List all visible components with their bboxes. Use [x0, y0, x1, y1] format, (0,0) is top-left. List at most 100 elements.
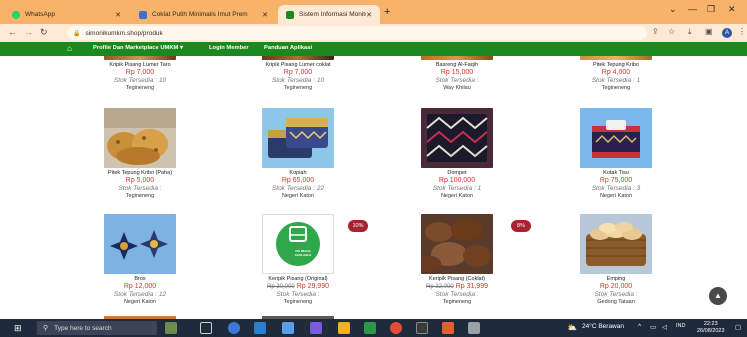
product-name[interactable]: Pitek Tepung Kribo (Paha): [80, 170, 200, 176]
product-image[interactable]: [262, 108, 334, 168]
close-icon[interactable]: ✕: [262, 11, 268, 19]
nav-panduan-aplikasi[interactable]: Panduan Aplikasi: [264, 45, 312, 51]
new-tab-button[interactable]: +: [384, 6, 390, 18]
weather-widget-icon[interactable]: [165, 322, 177, 334]
profile-avatar-icon[interactable]: A: [722, 28, 732, 38]
product-image[interactable]: [580, 214, 652, 274]
tab-search-icon[interactable]: ⌄: [669, 4, 677, 15]
product-name[interactable]: Kripik Pisang Lumer coklat: [238, 62, 358, 68]
reload-icon[interactable]: ↻: [40, 27, 48, 38]
discount-badge: 10%: [348, 220, 368, 232]
product-image[interactable]: [580, 56, 652, 60]
product-image[interactable]: [580, 108, 652, 168]
product-card[interactable]: Keripik Pisang (Coklat) Rp 32,000 Rp 31,9…: [397, 214, 517, 305]
clock-date: 26/08/2023: [697, 328, 725, 334]
share-icon[interactable]: ⇪: [652, 27, 659, 36]
minimize-icon[interactable]: —: [688, 4, 697, 14]
weather-text[interactable]: 24°C Berawan: [582, 323, 624, 330]
product-stock: Stok Tersedia : 12: [113, 291, 167, 298]
product-name[interactable]: Kopiah: [238, 170, 358, 176]
product-location: Negeri Katon: [123, 299, 157, 305]
product-name[interactable]: Kripik Pisang Lumer Taro: [80, 62, 200, 68]
product-name[interactable]: Bros: [80, 276, 200, 282]
product-name[interactable]: Keripik Pisang (Coklat): [397, 276, 517, 282]
settings-icon[interactable]: [468, 322, 480, 334]
product-image[interactable]: [262, 56, 334, 60]
teams-icon[interactable]: [310, 322, 322, 334]
product-card[interactable]: Pitek Tepung Kribo (Paha) Rp 5,000 Stok …: [80, 108, 200, 199]
product-card[interactable]: Kripik Pisang Lumer Taro Rp 7,000 Stok T…: [80, 56, 200, 91]
product-card[interactable]: Pitek Tepung Kribo Rp 4,000 Stok Tersedi…: [556, 56, 676, 91]
bookmark-star-icon[interactable]: ☆: [668, 27, 675, 36]
product-name[interactable]: Emping: [556, 276, 676, 282]
chevron-up-icon[interactable]: ^: [638, 323, 641, 330]
product-location: Gedong Tataan: [597, 299, 635, 305]
product-location: Tegineneng: [283, 299, 313, 305]
chrome-icon[interactable]: [390, 322, 402, 334]
tab-coklat[interactable]: Coklat Putih Minimalis Imut Prem ✕: [131, 5, 276, 24]
maximize-icon[interactable]: ❐: [707, 4, 715, 15]
product-card[interactable]: Kotak Tisu Rp 75,000 Stok Tersedia : 3 N…: [556, 108, 676, 199]
network-icon[interactable]: ▭: [650, 323, 656, 331]
office-icon[interactable]: [442, 322, 454, 334]
product-image[interactable]: [421, 108, 493, 168]
nav-login-member[interactable]: Login Member: [209, 45, 249, 51]
product-name[interactable]: Dompet: [397, 170, 517, 176]
edge-icon[interactable]: [228, 322, 240, 334]
product-price: Rp 12,000: [123, 283, 157, 290]
product-name[interactable]: Keripik Pisang (Original): [238, 276, 358, 282]
product-image[interactable]: [104, 108, 176, 168]
language-indicator[interactable]: IND: [676, 323, 685, 329]
product-location: Negeri Katon: [440, 193, 474, 199]
menu-kebab-icon[interactable]: ⋮: [738, 27, 746, 36]
speaker-icon[interactable]: ◁: [662, 323, 667, 331]
product-card[interactable]: Keripik Pisang (Original) Rp 30,000 Rp 29…: [238, 214, 358, 305]
product-price: Rp 4,000: [601, 69, 631, 76]
product-name[interactable]: Kotak Tisu: [556, 170, 676, 176]
notification-icon[interactable]: ▢: [735, 323, 741, 331]
product-name[interactable]: Pitek Tepung Kribo: [556, 62, 676, 68]
product-image[interactable]: [104, 214, 176, 274]
product-price: Rp 5,000: [125, 177, 155, 184]
scroll-to-top-button[interactable]: ▲: [709, 287, 727, 305]
back-arrow-icon[interactable]: ←: [8, 27, 17, 37]
close-icon[interactable]: ✕: [115, 11, 121, 19]
product-location: Way Khilau: [443, 85, 471, 91]
product-card[interactable]: Bros Rp 12,000 Stok Tersedia : 12 Negeri…: [80, 214, 200, 305]
taskbar-search-input[interactable]: ⚲ Type here to search: [37, 321, 157, 335]
product-image[interactable]: [421, 214, 493, 274]
store-icon[interactable]: [254, 322, 266, 334]
task-view-icon[interactable]: [200, 322, 212, 334]
product-stock: Stok Tersedia : 10: [271, 77, 325, 84]
url-input[interactable]: 🔒 simonikumkm.shop/produk: [67, 26, 647, 40]
system-clock[interactable]: 22:23 26/08/2023: [697, 321, 725, 335]
home-icon[interactable]: ⌂: [67, 44, 72, 53]
product-card[interactable]: Dompet Rp 100,000 Stok Tersedia : 1 Nege…: [397, 108, 517, 199]
product-name[interactable]: Basreng Al-Faqih: [397, 62, 517, 68]
weather-icon[interactable]: ⛅: [567, 323, 577, 332]
site-navbar: ⌂ Profile Dan Marketplace UMKM ▾ Login M…: [0, 42, 747, 56]
forward-arrow-icon[interactable]: →: [24, 27, 33, 37]
whatsapp-icon: [12, 10, 20, 19]
product-card[interactable]: Basreng Al-Faqih Rp 15,000 Stok Tersedia…: [397, 56, 517, 91]
close-icon[interactable]: ✕: [366, 11, 372, 19]
product-stock: Stok Tersedia :: [276, 291, 320, 298]
windows-start-icon[interactable]: ⊞: [14, 323, 22, 334]
product-card[interactable]: Kopiah Rp 65,000 Stok Tersedia : 22 Nege…: [238, 108, 358, 199]
tab-whatsapp[interactable]: WhatsApp ✕: [4, 5, 129, 24]
product-card[interactable]: Kripik Pisang Lumer coklat Rp 7,000 Stok…: [238, 56, 358, 91]
tab-simonik[interactable]: Sistem Informasi Monitoring Kin ✕: [278, 5, 380, 24]
file-explorer-icon[interactable]: [338, 322, 350, 334]
product-image[interactable]: [262, 214, 334, 274]
windows-taskbar: ⊞ ⚲ Type here to search ⛅ 24°C Berawan ^…: [0, 319, 747, 337]
nav-profile-marketplace[interactable]: Profile Dan Marketplace UMKM ▾: [93, 45, 183, 51]
download-icon[interactable]: ⤓: [688, 27, 692, 37]
app-icon[interactable]: [416, 322, 428, 334]
product-image[interactable]: [104, 56, 176, 60]
mail-icon[interactable]: [282, 322, 294, 334]
sidebar-panel-icon[interactable]: ▣: [705, 27, 713, 36]
product-card[interactable]: Emping Rp 20,000 Stok Tersedia : Gedong …: [556, 214, 676, 305]
product-image[interactable]: [421, 56, 493, 60]
chrome-green-icon[interactable]: [364, 322, 376, 334]
close-window-icon[interactable]: ✕: [728, 4, 736, 15]
